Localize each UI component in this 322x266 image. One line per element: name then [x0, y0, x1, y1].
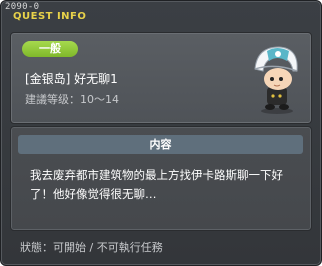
quest-status: 狀態：可開始 / 不可執行任務: [20, 241, 163, 254]
helmeted-character-icon: [254, 46, 298, 114]
quest-level-range: 建議等级：10～14: [25, 93, 119, 106]
quest-info-window: 2090-0 QUEST INFO 一般 [金银岛] 好无聊1 建議等级：10～…: [0, 0, 322, 266]
quest-description: 我去废弃都市建筑物的最上方找伊卡路斯聊一下好了！他好像觉得很无聊…: [30, 168, 283, 201]
window-title: QUEST INFO: [13, 11, 87, 22]
quest-category-badge: 一般: [22, 41, 78, 57]
quest-name: [金银岛] 好无聊1: [25, 72, 118, 86]
quest-summary-panel: 一般 [金银岛] 好无聊1 建議等级：10～14: [10, 32, 312, 124]
quest-content-panel: 内容 我去废弃都市建筑物的最上方找伊卡路斯聊一下好了！他好像觉得很无聊…: [10, 126, 312, 231]
content-header: 内容: [18, 135, 303, 154]
